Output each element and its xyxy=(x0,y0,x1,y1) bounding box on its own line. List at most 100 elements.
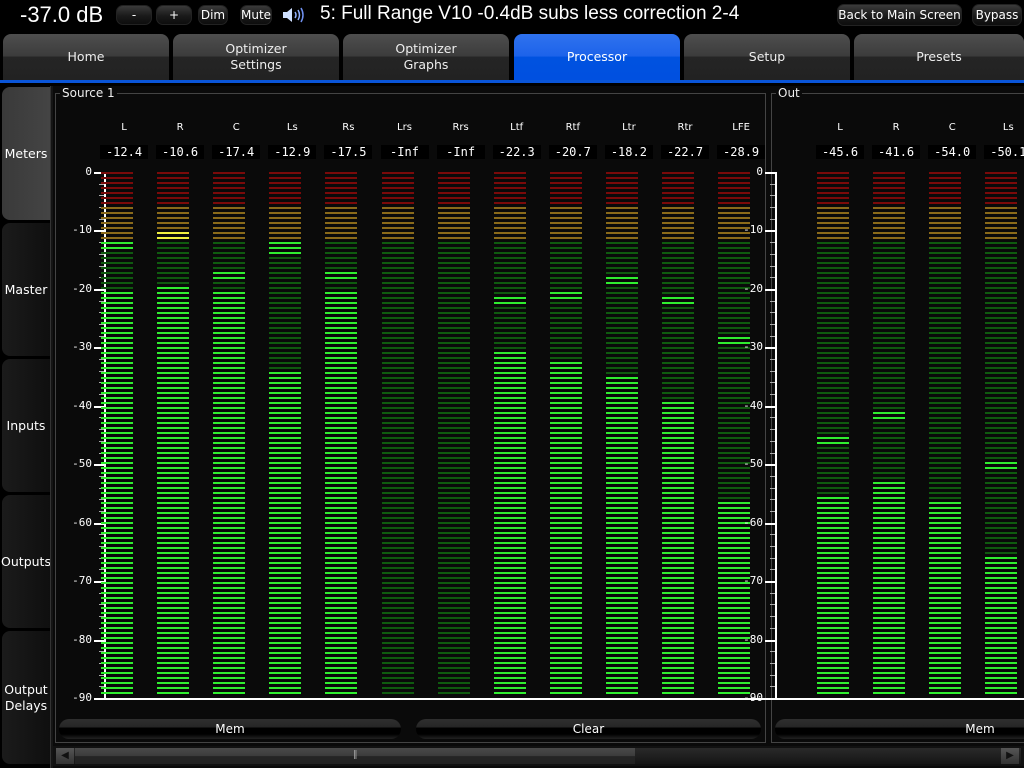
source-meter-segment xyxy=(157,687,190,689)
side-tab-meters[interactable]: Meters xyxy=(2,87,50,220)
source-meter-segment xyxy=(101,437,133,439)
source-meter-segment xyxy=(662,212,694,214)
source-meter-segment xyxy=(269,557,302,559)
out-meter-segment xyxy=(929,452,962,454)
out-meter-segment xyxy=(929,412,962,414)
tab-optimizer-settings[interactable]: Optimizer Settings xyxy=(173,34,339,80)
back-to-main-screen-button[interactable]: Back to Main Screen xyxy=(837,4,962,26)
source-meter-segment xyxy=(157,182,190,184)
dim-button[interactable]: Dim xyxy=(198,5,228,25)
source-meter-segment xyxy=(493,537,526,539)
mute-button[interactable]: Mute xyxy=(240,5,272,25)
bypass-button[interactable]: Bypass xyxy=(972,4,1022,26)
out-meter-segment xyxy=(873,472,906,474)
out-channel-label: Ls xyxy=(1002,122,1014,133)
source-meter-segment xyxy=(493,592,526,594)
source-meter-segment xyxy=(381,627,414,629)
out-meter-segment xyxy=(985,442,1018,444)
source-meter-segment xyxy=(493,467,526,469)
source-meter-segment xyxy=(157,622,190,624)
source-meter-segment xyxy=(101,612,133,614)
source-meter-segment xyxy=(213,562,246,564)
volume-down-button[interactable]: - xyxy=(116,5,152,25)
source-meter-segment xyxy=(662,662,694,664)
source-meter-segment xyxy=(549,617,582,619)
source-meter-segment xyxy=(269,507,302,509)
out-meter-segment xyxy=(817,262,849,264)
horizontal-scrollbar[interactable]: ‖ ◀ ▶ xyxy=(53,746,1024,766)
source-meter-segment xyxy=(101,457,133,459)
source-meter-segment xyxy=(718,597,751,599)
scroll-thumb[interactable]: ‖ xyxy=(75,748,635,764)
out-meter-segment xyxy=(985,407,1018,409)
speaker-volume-icon[interactable] xyxy=(282,6,306,24)
out-meter-segment xyxy=(817,342,849,344)
source-meter-segment xyxy=(605,262,638,264)
source-meter-segment xyxy=(157,677,190,679)
source-meter-segment xyxy=(213,402,246,404)
source-meter-segment xyxy=(269,502,302,504)
source-meter-segment xyxy=(213,667,246,669)
source-meter-segment xyxy=(437,307,470,309)
source-meter-segment xyxy=(381,252,414,254)
side-tab-master[interactable]: Master xyxy=(2,223,50,356)
source-meter-segment xyxy=(101,277,133,279)
out-meter-segment xyxy=(985,652,1018,654)
out-meter-segment xyxy=(817,542,849,544)
tab-presets[interactable]: Presets xyxy=(854,34,1024,80)
source-meter-segment xyxy=(493,422,526,424)
source-meter-segment xyxy=(381,197,414,199)
source-meter-segment xyxy=(437,282,470,284)
source-meter-segment xyxy=(662,282,694,284)
source-meter-segment xyxy=(157,642,190,644)
source-meter-segment xyxy=(325,387,358,389)
source-meter-segment xyxy=(662,257,694,259)
source-meter-segment xyxy=(325,632,358,634)
source-meter-segment xyxy=(325,482,358,484)
source-clear-button[interactable]: Clear xyxy=(416,719,761,739)
source-meter-segment xyxy=(493,382,526,384)
out-mem-button[interactable]: Mem xyxy=(775,719,1024,739)
tab-setup[interactable]: Setup xyxy=(684,34,850,80)
source-meter-segment xyxy=(381,612,414,614)
source-meter-segment xyxy=(662,237,694,239)
scroll-right-icon[interactable]: ▶ xyxy=(1001,748,1019,764)
source-meter-segment xyxy=(662,507,694,509)
source-meter-segment xyxy=(437,637,470,639)
side-tab-output-delays[interactable]: Output Delays xyxy=(2,631,50,764)
source-meter-segment xyxy=(662,542,694,544)
source-meter-segment xyxy=(213,457,246,459)
volume-up-button[interactable]: + xyxy=(156,5,192,25)
source-meter-segment xyxy=(213,347,246,349)
source-meter-segment xyxy=(605,402,638,404)
tab-processor[interactable]: Processor xyxy=(514,34,680,80)
source-meter-segment xyxy=(269,367,302,369)
tab-optimizer-graphs[interactable]: Optimizer Graphs xyxy=(343,34,509,80)
scroll-left-icon[interactable]: ◀ xyxy=(56,748,74,764)
side-tab-outputs[interactable]: Outputs xyxy=(1,495,51,628)
source-meter-segment xyxy=(493,277,526,279)
source-meter-segment xyxy=(269,602,302,604)
source-meter-segment xyxy=(718,497,751,499)
source-meter-segment xyxy=(718,372,751,374)
source-meter-segment xyxy=(662,452,694,454)
source-meter-segment xyxy=(381,372,414,374)
out-meter-segment xyxy=(873,492,906,494)
source-meter-segment xyxy=(101,262,133,264)
source-meter-segment xyxy=(718,392,751,394)
source-meter-segment xyxy=(662,187,694,189)
tab-home[interactable]: Home xyxy=(3,34,169,80)
source-channel-readout: -28.9 xyxy=(717,145,766,159)
source-meter-segment xyxy=(213,567,246,569)
source-meter-segment xyxy=(381,377,414,379)
out-meter-segment xyxy=(929,487,962,489)
source-mem-button[interactable]: Mem xyxy=(59,719,401,739)
source-meter-segment xyxy=(549,657,582,659)
out-channel-label: L xyxy=(837,122,843,133)
side-tab-inputs[interactable]: Inputs xyxy=(2,359,50,492)
source-meter-segment xyxy=(718,617,751,619)
source-meter-segment xyxy=(662,172,694,174)
out-meter-segment xyxy=(873,187,906,189)
source-meter-segment xyxy=(493,532,526,534)
out-scale-minor-tick xyxy=(770,323,775,325)
